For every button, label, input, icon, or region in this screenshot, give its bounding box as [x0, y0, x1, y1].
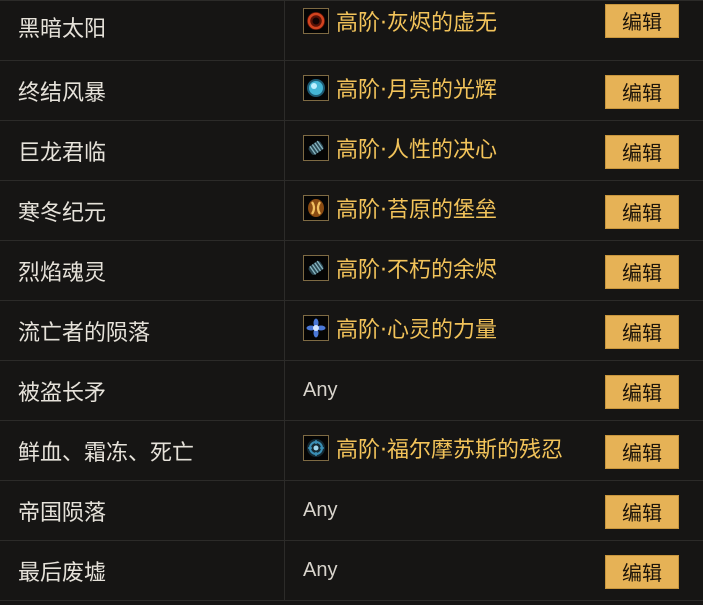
row-name-cell: 帝国陨落 — [0, 481, 285, 540]
any-value: Any — [303, 499, 338, 521]
table-row: 巨龙君临 高阶·人性的决心 编辑 — [0, 121, 703, 181]
row-value-cell: 高阶·福尔摩苏斯的残忍 编辑 — [285, 421, 703, 480]
row-name: 最后废墟 — [18, 560, 107, 586]
table-row: 烈焰魂灵 高阶·不朽的余烬 编辑 — [0, 241, 703, 301]
row-value-cell: 高阶·月亮的光辉 编辑 — [285, 61, 703, 120]
formosus-cruelty-gem-icon — [303, 434, 329, 461]
row-name-cell: 巨龙君临 — [0, 121, 285, 180]
edit-button[interactable]: 编辑 — [605, 195, 679, 229]
gem-value: 高阶·苔原的堡垒 — [303, 192, 497, 224]
immortal-ember-gem-icon — [303, 254, 329, 281]
gem-label: 高阶·不朽的余烬 — [336, 257, 497, 283]
row-name-cell: 终结风暴 — [0, 61, 285, 120]
row-value-cell: 高阶·苔原的堡垒 编辑 — [285, 181, 703, 240]
row-name-cell: 鲜血、霜冻、死亡 — [0, 421, 285, 480]
row-name: 黑暗太阳 — [18, 16, 107, 42]
row-name: 流亡者的陨落 — [18, 320, 151, 346]
gem-value: 高阶·人性的决心 — [303, 132, 497, 164]
gem-label: 高阶·灰烬的虚无 — [336, 10, 497, 36]
moon-radiance-gem-icon — [303, 74, 329, 101]
table-row: 寒冬纪元 高阶·苔原的堡垒 编辑 — [0, 181, 703, 241]
gem-config-table: 黑暗太阳 高阶·灰烬的虚无 编辑 终结风暴 高阶·月亮的光辉 编辑 巨龙君临 高… — [0, 0, 703, 601]
row-name-cell: 被盗长矛 — [0, 361, 285, 420]
ash-void-gem-icon — [303, 7, 329, 34]
gem-value: 高阶·灰烬的虚无 — [303, 5, 497, 37]
row-value-cell: 高阶·心灵的力量 编辑 — [285, 301, 703, 360]
row-name: 帝国陨落 — [18, 500, 107, 526]
row-name: 巨龙君临 — [18, 140, 107, 166]
edit-button[interactable]: 编辑 — [605, 315, 679, 349]
row-name: 烈焰魂灵 — [18, 260, 107, 286]
edit-button[interactable]: 编辑 — [605, 4, 679, 38]
table-row: 黑暗太阳 高阶·灰烬的虚无 编辑 — [0, 1, 703, 61]
gem-label: 高阶·心灵的力量 — [336, 317, 497, 343]
gem-label: 高阶·人性的决心 — [336, 137, 497, 163]
gem-value: 高阶·福尔摩苏斯的残忍 — [303, 432, 563, 464]
edit-button[interactable]: 编辑 — [605, 555, 679, 589]
edit-button[interactable]: 编辑 — [605, 375, 679, 409]
table-row: 流亡者的陨落 高阶·心灵的力量 编辑 — [0, 301, 703, 361]
row-name-cell: 寒冬纪元 — [0, 181, 285, 240]
gem-value: 高阶·心灵的力量 — [303, 312, 497, 344]
row-name-cell: 流亡者的陨落 — [0, 301, 285, 360]
row-name-cell: 黑暗太阳 — [0, 1, 285, 60]
edit-button[interactable]: 编辑 — [605, 255, 679, 289]
row-name: 被盗长矛 — [18, 380, 107, 406]
row-value-cell: 高阶·不朽的余烬 编辑 — [285, 241, 703, 300]
edit-button[interactable]: 编辑 — [605, 135, 679, 169]
gem-label: 高阶·福尔摩苏斯的残忍 — [336, 437, 563, 463]
table-row: 鲜血、霜冻、死亡 高阶·福尔摩苏斯的残忍 编辑 — [0, 421, 703, 481]
row-name: 终结风暴 — [18, 80, 107, 106]
gem-label: 高阶·苔原的堡垒 — [336, 197, 497, 223]
table-row: 被盗长矛 Any 编辑 — [0, 361, 703, 421]
table-row: 最后废墟 Any 编辑 — [0, 541, 703, 601]
gem-value: 高阶·不朽的余烬 — [303, 252, 497, 284]
edit-button[interactable]: 编辑 — [605, 495, 679, 529]
any-value: Any — [303, 379, 338, 401]
edit-button[interactable]: 编辑 — [605, 435, 679, 469]
gem-label: 高阶·月亮的光辉 — [336, 77, 497, 103]
row-value-cell: Any 编辑 — [285, 361, 703, 420]
tundra-bastion-gem-icon — [303, 194, 329, 221]
gem-value: 高阶·月亮的光辉 — [303, 72, 497, 104]
edit-button[interactable]: 编辑 — [605, 75, 679, 109]
row-value-cell: Any 编辑 — [285, 541, 703, 600]
row-name: 寒冬纪元 — [18, 200, 107, 226]
table-row: 终结风暴 高阶·月亮的光辉 编辑 — [0, 61, 703, 121]
row-value-cell: 高阶·人性的决心 编辑 — [285, 121, 703, 180]
row-value-cell: Any 编辑 — [285, 481, 703, 540]
table-row: 帝国陨落 Any 编辑 — [0, 481, 703, 541]
any-value: Any — [303, 559, 338, 581]
row-name-cell: 烈焰魂灵 — [0, 241, 285, 300]
human-resolve-gem-icon — [303, 134, 329, 161]
row-value-cell: 高阶·灰烬的虚无 编辑 — [285, 1, 703, 60]
mind-power-gem-icon — [303, 314, 329, 341]
row-name: 鲜血、霜冻、死亡 — [18, 440, 195, 466]
row-name-cell: 最后废墟 — [0, 541, 285, 600]
